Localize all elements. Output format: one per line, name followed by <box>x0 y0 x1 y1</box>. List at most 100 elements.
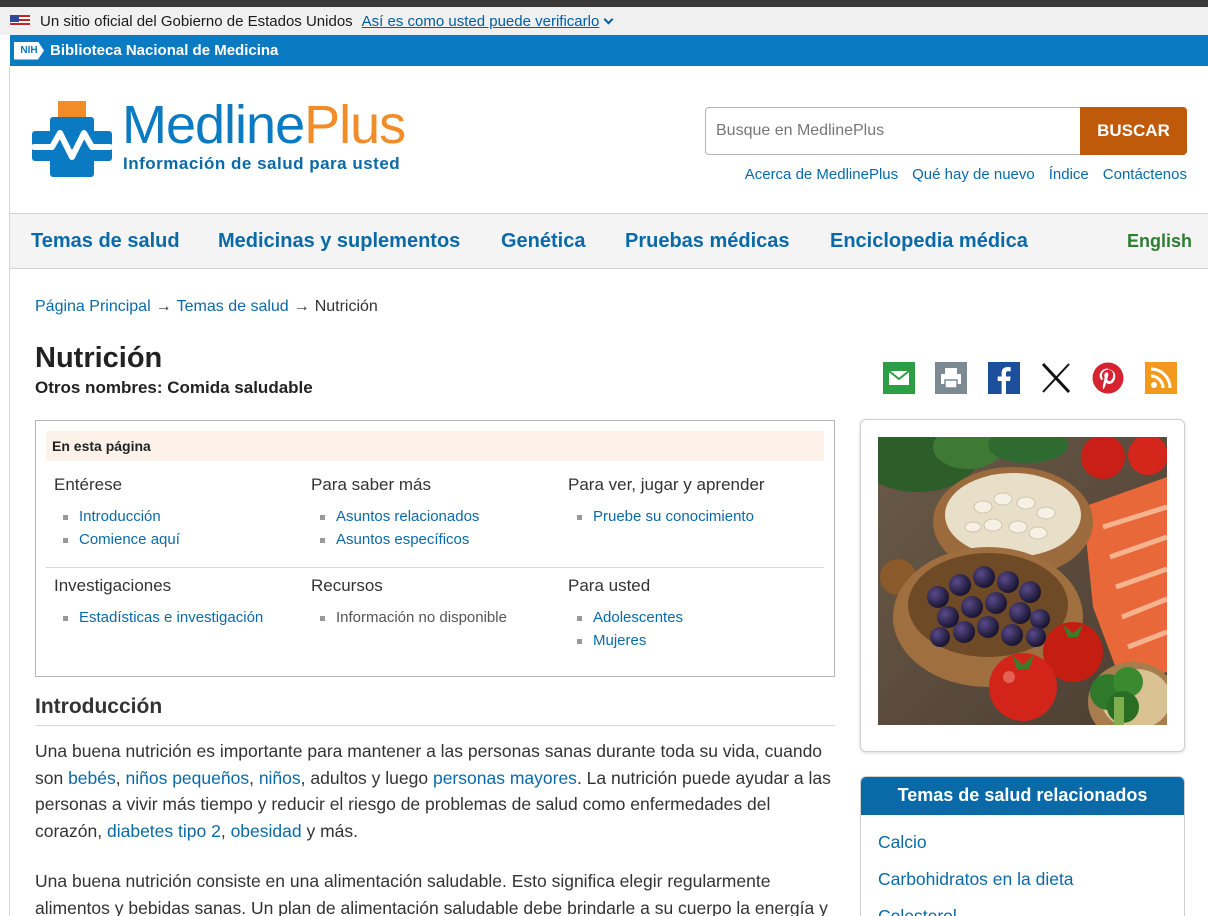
index-link[interactable]: Índice <box>1049 166 1089 183</box>
toc-item: Asuntos específicos <box>311 531 561 548</box>
nlm-title-link[interactable]: Biblioteca Nacional de Medicina <box>50 42 278 59</box>
main-nav: Temas de salud Medicinas y suplementos G… <box>10 213 1208 269</box>
intro-text: , <box>220 820 231 841</box>
related-topic-carbohydrates[interactable]: Carbohidratos en la dieta <box>878 869 1074 889</box>
logo-wordmark-medline: Medline <box>122 95 305 155</box>
toc-section-heading: Para ver, jugar y aprender <box>568 475 765 494</box>
email-icon[interactable] <box>883 362 915 394</box>
related-topic-item: Carbohidratos en la dieta <box>878 869 1184 890</box>
about-link[interactable]: Acerca de MedlinePlus <box>745 166 898 183</box>
nav-drugs-supplements[interactable]: Medicinas y suplementos <box>218 230 460 253</box>
medlineplus-logo[interactable]: MedlinePlus Información de salud para us… <box>30 94 430 182</box>
logo-wordmark: MedlinePlus <box>122 94 406 156</box>
toc-item: Adolescentes <box>568 609 818 626</box>
related-topic-item: Calcio <box>878 832 1184 853</box>
toc-item: Introducción <box>54 508 304 525</box>
toc-section-heading: Para saber más <box>311 475 431 494</box>
breadcrumb-arrow: → <box>293 298 310 315</box>
toc-section-research: Investigaciones Estadísticas e investiga… <box>54 576 304 632</box>
related-topics-box: Temas de salud relacionados Calcio Carbo… <box>860 776 1185 916</box>
toc-unavailable-text: Información no disponible <box>336 609 507 626</box>
breadcrumb-health-topics[interactable]: Temas de salud <box>177 298 289 315</box>
on-this-page-title: En esta página <box>46 431 824 461</box>
other-names: Otros nombres: Comida saludable <box>35 378 313 397</box>
link-toddlers[interactable]: niños pequeños <box>126 768 250 788</box>
page-title: Nutrición <box>35 342 163 374</box>
link-babies[interactable]: bebés <box>68 768 116 788</box>
chevron-down-icon[interactable] <box>603 14 614 24</box>
toc-link-start-here[interactable]: Comience aquí <box>79 531 180 548</box>
topic-image-card <box>860 419 1185 752</box>
related-topics-title: Temas de salud relacionados <box>861 777 1184 815</box>
toc-section-heading: Investigaciones <box>54 576 172 595</box>
nav-genetics[interactable]: Genética <box>501 230 585 253</box>
medlineplus-mark-icon <box>31 101 113 177</box>
toc-section-for-you: Para usted Adolescentes Mujeres <box>568 576 818 655</box>
browser-top-edge <box>0 0 1208 7</box>
nih-logo-icon[interactable]: NIH <box>14 41 44 60</box>
x-icon[interactable] <box>1040 362 1072 394</box>
breadcrumb-arrow: → <box>155 298 172 315</box>
healthy-food-photo <box>878 437 1167 725</box>
intro-paragraph-2: Una buena nutrición consiste en una alim… <box>35 871 828 916</box>
whats-new-link[interactable]: Qué hay de nuevo <box>912 166 1035 183</box>
gov-banner: Un sitio oficial del Gobierno de Estados… <box>0 7 1208 35</box>
toc-link-women[interactable]: Mujeres <box>593 632 646 649</box>
language-toggle[interactable]: English <box>1127 231 1192 252</box>
rss-icon[interactable] <box>1145 362 1177 394</box>
link-older-adults[interactable]: personas mayores <box>433 768 577 788</box>
toc-link-quiz[interactable]: Pruebe su conocimiento <box>593 508 754 525</box>
logo-wordmark-plus: Plus <box>304 95 406 155</box>
toc-link-introduction[interactable]: Introducción <box>79 508 161 525</box>
intro-text: , <box>115 767 126 788</box>
page-left-border <box>9 66 10 916</box>
search-button[interactable]: BUSCAR <box>1080 107 1187 155</box>
intro-text: y más. <box>301 820 359 841</box>
nav-encyclopedia[interactable]: Enciclopedia médica <box>830 230 1028 253</box>
toc-section-heading: Recursos <box>311 576 383 595</box>
toc-link-teenagers[interactable]: Adolescentes <box>593 609 683 626</box>
utility-links: Acerca de MedlinePlus Qué hay de nuevo Í… <box>745 166 1187 183</box>
nlm-bar: NIH Biblioteca Nacional de Medicina <box>10 35 1208 66</box>
facebook-icon[interactable] <box>988 362 1020 394</box>
nav-health-topics[interactable]: Temas de salud <box>31 230 180 253</box>
gov-verify-link[interactable]: Así es como usted puede verificarlo <box>362 13 600 30</box>
toc-section-heading: Entérese <box>54 475 123 494</box>
toc-section-see-play-learn: Para ver, jugar y aprender Pruebe su con… <box>568 475 818 531</box>
introduction-rule <box>35 725 835 726</box>
link-type-2-diabetes[interactable]: diabetes tipo 2 <box>107 821 221 841</box>
nav-medical-tests[interactable]: Pruebas médicas <box>625 230 790 253</box>
related-topic-item: Colesterol <box>878 906 1184 916</box>
on-this-page-box: En esta página Entérese Introducción Com… <box>35 420 835 677</box>
toc-item: Asuntos relacionados <box>311 508 561 525</box>
print-icon[interactable] <box>935 362 967 394</box>
link-children[interactable]: niños <box>259 768 301 788</box>
breadcrumb-home[interactable]: Página Principal <box>35 298 151 315</box>
toc-item: Estadísticas e investigación <box>54 609 304 626</box>
introduction-heading: Introducción <box>35 695 163 718</box>
toc-item: Información no disponible <box>311 609 561 626</box>
search-input[interactable] <box>705 107 1081 155</box>
toc-link-specifics[interactable]: Asuntos específicos <box>336 531 469 548</box>
breadcrumb-current: Nutrición <box>314 298 378 315</box>
toc-item: Pruebe su conocimiento <box>568 508 818 525</box>
toc-section-learn: Entérese Introducción Comience aquí <box>54 475 304 554</box>
gov-banner-text: Un sitio oficial del Gobierno de Estados… <box>40 12 353 30</box>
toc-item: Comience aquí <box>54 531 304 548</box>
intro-paragraph-1: Una buena nutrición es importante para m… <box>35 738 835 844</box>
toc-section-learn-more: Para saber más Asuntos relacionados Asun… <box>311 475 561 554</box>
toc-link-statistics[interactable]: Estadísticas e investigación <box>79 609 263 626</box>
toc-section-heading: Para usted <box>568 576 651 595</box>
toc-divider <box>46 567 824 568</box>
logo-tagline: Información de salud para usted <box>123 154 401 173</box>
contact-link[interactable]: Contáctenos <box>1103 166 1187 183</box>
link-obesity[interactable]: obesidad <box>231 821 302 841</box>
pinterest-icon[interactable] <box>1092 362 1124 394</box>
us-flag-icon <box>10 15 30 27</box>
toc-link-related-issues[interactable]: Asuntos relacionados <box>336 508 479 525</box>
toc-item: Mujeres <box>568 632 818 649</box>
related-topic-cholesterol[interactable]: Colesterol <box>878 906 957 916</box>
toc-section-resources: Recursos Información no disponible <box>311 576 561 632</box>
related-topic-calcium[interactable]: Calcio <box>878 832 927 852</box>
breadcrumb: Página Principal → Temas de salud → Nutrició… <box>35 298 378 316</box>
